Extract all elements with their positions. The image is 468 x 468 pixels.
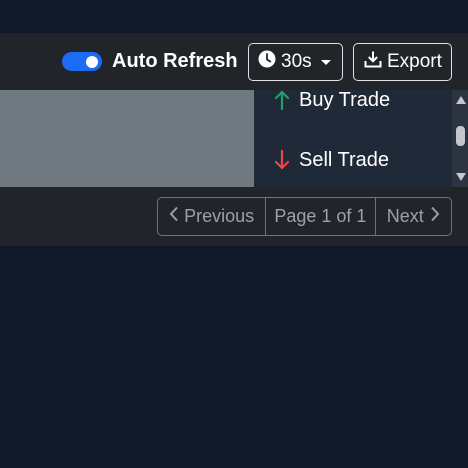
export-label: Export [387, 51, 442, 72]
scroll-down-arrow-icon[interactable] [456, 173, 466, 181]
pagination: Previous Page 1 of 1 Next [157, 197, 452, 236]
menu-scrollbar[interactable] [452, 90, 468, 187]
arrow-down-icon [272, 150, 292, 170]
refresh-interval-dropdown[interactable]: 30s [248, 43, 343, 81]
toolbar: Auto Refresh 30s Export [0, 33, 468, 90]
interval-value: 30s [281, 51, 312, 72]
modal-backdrop [0, 90, 254, 187]
arrow-up-icon [272, 90, 292, 110]
menu-item-label: Buy Trade [299, 90, 391, 111]
chevron-right-icon [430, 206, 440, 227]
scrollbar-thumb[interactable] [456, 126, 465, 146]
download-icon [364, 50, 382, 74]
top-strip [0, 0, 468, 33]
auto-refresh-label: Auto Refresh [112, 50, 238, 72]
auto-refresh-toggle[interactable] [62, 52, 102, 71]
table-footer: Previous Page 1 of 1 Next [0, 187, 468, 246]
scroll-up-arrow-icon[interactable] [456, 96, 466, 104]
toggle-knob [86, 55, 98, 68]
previous-label: Previous [184, 206, 255, 226]
chevron-down-icon [320, 59, 331, 65]
menu-item-buy-trade[interactable]: Buy Trade [254, 90, 452, 120]
page-indicator: Page 1 of 1 [265, 198, 374, 235]
next-page-button[interactable]: Next [374, 198, 451, 235]
previous-page-button[interactable]: Previous [158, 198, 265, 235]
chevron-left-icon [169, 206, 179, 227]
next-label: Next [386, 206, 424, 226]
trade-actions-menu: Buy Trade Sell Trade [254, 90, 468, 187]
menu-item-sell-trade[interactable]: Sell Trade [254, 140, 452, 180]
clock-icon [258, 50, 276, 74]
menu-item-label: Sell Trade [299, 148, 390, 171]
export-button[interactable]: Export [353, 43, 452, 81]
